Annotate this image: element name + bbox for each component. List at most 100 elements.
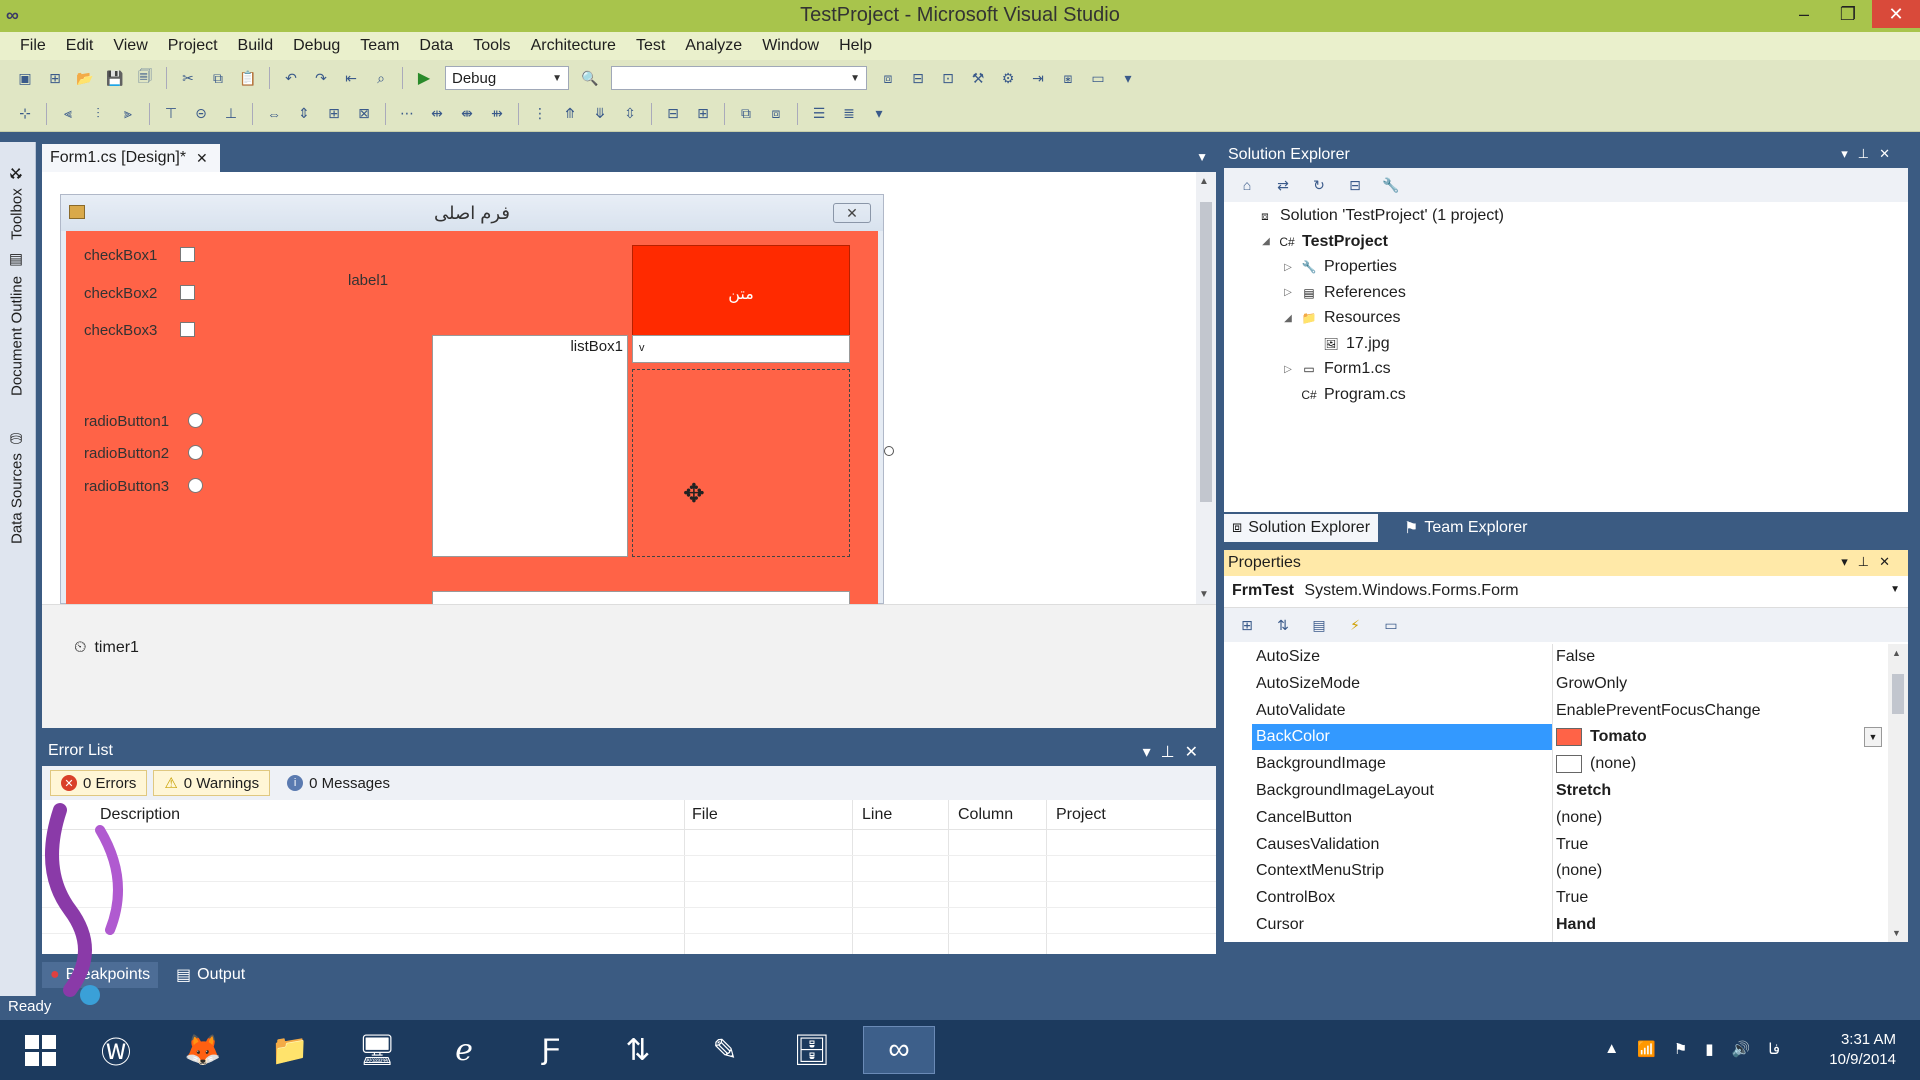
property-row-backgroundimage[interactable]: BackgroundImage (none) bbox=[1224, 751, 1888, 777]
label1[interactable]: label1 bbox=[348, 272, 388, 289]
property-row-contextmenustrip[interactable]: ContextMenuStrip (none) bbox=[1224, 858, 1888, 884]
toolbar-overflow-icon[interactable]: ▾ bbox=[1117, 67, 1139, 89]
scroll-up-icon[interactable]: ▲ bbox=[1892, 648, 1901, 658]
scroll-down-icon[interactable]: ▼ bbox=[1892, 928, 1901, 938]
property-row-backcolor[interactable]: BackColor Tomato ▼ bbox=[1224, 724, 1888, 751]
filezilla-icon[interactable]: Ƒ bbox=[515, 1026, 587, 1074]
show-hidden-icons-icon[interactable]: ▲ bbox=[1604, 1040, 1619, 1058]
timer1-component[interactable]: ⏲ timer1 bbox=[74, 639, 139, 657]
document-outline-tab[interactable]: Document Outline ▤ bbox=[6, 246, 28, 396]
make-same-height-icon[interactable]: ⇕ bbox=[293, 103, 315, 125]
property-value-cell[interactable]: GrowOnly bbox=[1556, 675, 1627, 693]
windows-start-icon[interactable] bbox=[4, 1026, 76, 1074]
menu-help[interactable]: Help bbox=[829, 37, 882, 55]
property-value-cell[interactable]: EnablePreventFocusChange bbox=[1556, 702, 1761, 720]
firefox-icon[interactable]: 🦊 bbox=[167, 1026, 239, 1074]
checkbox2-label[interactable]: checkBox2 bbox=[84, 285, 157, 302]
radiobutton3-label[interactable]: radioButton3 bbox=[84, 478, 169, 495]
command-window-icon[interactable]: ▭ bbox=[1087, 67, 1109, 89]
expander-icon[interactable]: ◢ bbox=[1282, 313, 1294, 324]
properties-view-icon[interactable]: ▤ bbox=[1308, 614, 1330, 636]
restore-button[interactable]: ❐ bbox=[1828, 0, 1868, 28]
redo-icon[interactable]: ↷ bbox=[310, 67, 332, 89]
data-sources-tab[interactable]: Data Sources ⛁ bbox=[6, 414, 28, 544]
column-line[interactable]: Line bbox=[862, 806, 892, 824]
start-page-icon[interactable]: ⇥ bbox=[1027, 67, 1049, 89]
property-value-cell[interactable]: (none) bbox=[1556, 809, 1602, 827]
send-to-back-icon[interactable]: ⧈ bbox=[765, 103, 787, 125]
tree-item[interactable]: ◢ C# TestProject bbox=[1260, 230, 1388, 254]
find-in-files-icon[interactable]: 🔍 bbox=[579, 67, 601, 89]
tab-team-explorer[interactable]: ⚑ Team Explorer bbox=[1396, 514, 1536, 542]
chevron-down-icon[interactable]: ▼ bbox=[1864, 727, 1882, 748]
remote-desktop-icon[interactable]: 🖥 bbox=[341, 1026, 413, 1074]
properties-icon[interactable]: 🔧 bbox=[1380, 174, 1402, 196]
property-row-autovalidate[interactable]: AutoValidate EnablePreventFocusChange bbox=[1224, 698, 1888, 724]
combobox1[interactable]: v bbox=[632, 335, 850, 363]
form-designer-surface[interactable]: فرم اصلی ✕ checkBox1 checkBox2 checkBox3… bbox=[42, 172, 1216, 728]
property-pages-icon[interactable]: ▭ bbox=[1380, 614, 1402, 636]
scrollbar-thumb[interactable] bbox=[1892, 674, 1904, 714]
remove-vertical-spacing-icon[interactable]: ⇳ bbox=[619, 103, 641, 125]
pane-controls[interactable]: ▾⊥✕ bbox=[1841, 146, 1900, 162]
tree-item[interactable]: ▷ 🔧 Properties bbox=[1282, 255, 1397, 279]
home-icon[interactable]: ⌂ bbox=[1236, 174, 1258, 196]
align-lefts-icon[interactable]: ⫷ bbox=[57, 103, 79, 125]
scroll-down-icon[interactable]: ▼ bbox=[1199, 589, 1209, 600]
copy-icon[interactable]: ⧉ bbox=[207, 67, 229, 89]
form-client-area[interactable]: checkBox1 checkBox2 checkBox3 label1 rad… bbox=[66, 231, 878, 605]
radiobutton3[interactable] bbox=[188, 478, 203, 493]
checkbox3[interactable] bbox=[180, 322, 195, 337]
decrease-horizontal-spacing-icon[interactable]: ⇼ bbox=[456, 103, 478, 125]
events-icon[interactable]: ⚡ bbox=[1344, 614, 1366, 636]
textbox1[interactable] bbox=[432, 591, 850, 605]
panel1-selected[interactable]: ✥ bbox=[632, 369, 850, 557]
tree-item[interactable]: 🖼 17.jpg bbox=[1304, 332, 1389, 356]
refresh-icon[interactable]: ↻ bbox=[1308, 174, 1330, 196]
lock-controls-icon[interactable]: ≣ bbox=[838, 103, 860, 125]
property-row-causesvalidation[interactable]: CausesValidation True bbox=[1224, 832, 1888, 858]
internet-explorer-icon[interactable]: ℯ bbox=[428, 1026, 500, 1074]
tab-order-icon[interactable]: ☰ bbox=[808, 103, 830, 125]
scroll-up-icon[interactable]: ▲ bbox=[1199, 176, 1209, 187]
navigate-icon[interactable]: ⇤ bbox=[340, 67, 362, 89]
tree-item[interactable]: ⧈ Solution 'TestProject' (1 project) bbox=[1238, 204, 1504, 228]
align-rights-icon[interactable]: ⫸ bbox=[117, 103, 139, 125]
close-button[interactable]: ✕ bbox=[1872, 0, 1920, 28]
make-same-size-icon[interactable]: ⊞ bbox=[323, 103, 345, 125]
properties-window-icon[interactable]: ⊟ bbox=[907, 67, 929, 89]
start-debugging-icon[interactable]: ▶ bbox=[413, 67, 435, 89]
power-icon[interactable]: ▮ bbox=[1705, 1040, 1713, 1058]
property-row-autosizemode[interactable]: AutoSizeMode GrowOnly bbox=[1224, 671, 1888, 697]
collapse-all-icon[interactable]: ⊟ bbox=[1344, 174, 1366, 196]
increase-vertical-spacing-icon[interactable]: ⤊ bbox=[559, 103, 581, 125]
properties-scrollbar[interactable]: ▲ ▼ bbox=[1888, 644, 1908, 942]
menu-view[interactable]: View bbox=[103, 37, 157, 55]
horizontal-spacing-equal-icon[interactable]: ⋯ bbox=[396, 103, 418, 125]
property-row-autosize[interactable]: AutoSize False bbox=[1224, 644, 1888, 670]
volume-icon[interactable]: 🔊 bbox=[1732, 1040, 1751, 1058]
property-value-cell[interactable]: (none) bbox=[1556, 862, 1602, 880]
object-browser-icon[interactable]: ⊡ bbox=[937, 67, 959, 89]
radiobutton1[interactable] bbox=[188, 413, 203, 428]
designer-vertical-scrollbar[interactable]: ▲ ▼ bbox=[1196, 172, 1216, 604]
cut-icon[interactable]: ✂ bbox=[177, 67, 199, 89]
property-row-cancelbutton[interactable]: CancelButton (none) bbox=[1224, 805, 1888, 831]
form-resize-handle[interactable] bbox=[884, 446, 894, 456]
expander-icon[interactable]: ▷ bbox=[1282, 262, 1294, 273]
center-horizontally-icon[interactable]: ⊟ bbox=[662, 103, 684, 125]
toolbox-icon[interactable]: ⚒ bbox=[967, 67, 989, 89]
menu-analyze[interactable]: Analyze bbox=[675, 37, 752, 55]
property-row-backgroundimagelayout[interactable]: BackgroundImageLayout Stretch bbox=[1224, 778, 1888, 804]
column-file[interactable]: File bbox=[692, 806, 718, 824]
vertical-spacing-equal-icon[interactable]: ⋮ bbox=[529, 103, 551, 125]
align-to-grid-icon[interactable]: ⊹ bbox=[14, 103, 36, 125]
tree-item[interactable]: C# Program.cs bbox=[1282, 383, 1405, 407]
warnings-filter-button[interactable]: ⚠ 0 Warnings bbox=[153, 770, 271, 796]
menu-debug[interactable]: Debug bbox=[283, 37, 350, 55]
checkbox3-label[interactable]: checkBox3 bbox=[84, 322, 157, 339]
save-icon[interactable]: 💾 bbox=[104, 67, 126, 89]
object-selector-dropdown[interactable]: FrmTest System.Windows.Forms.Form ▼ bbox=[1224, 576, 1908, 608]
property-value-cell[interactable]: Tomato bbox=[1556, 728, 1647, 747]
tab-list-dropdown-icon[interactable]: ▼ bbox=[1196, 150, 1208, 164]
